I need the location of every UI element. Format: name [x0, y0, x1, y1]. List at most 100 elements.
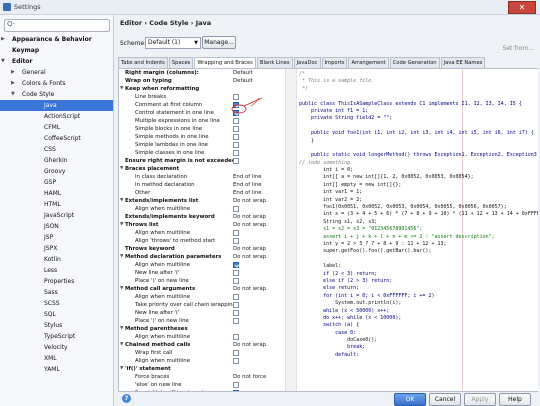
option-checkbox[interactable] — [233, 334, 239, 340]
option-checkbox[interactable] — [233, 262, 239, 268]
option-value[interactable]: Do not wrap — [233, 213, 266, 221]
option-checkbox[interactable] — [233, 150, 239, 156]
sidebar-item[interactable]: Velocity — [0, 342, 113, 353]
sidebar-item[interactable]: Java — [0, 100, 113, 111]
sidebar-item[interactable]: Stylus — [0, 320, 113, 331]
sidebar-item[interactable]: Groovy — [0, 166, 113, 177]
tab[interactable]: JavaDoc — [293, 57, 321, 68]
option-checkbox[interactable] — [233, 358, 239, 364]
expanded-arrow-icon[interactable]: ▼ — [120, 197, 123, 205]
option-value[interactable]: Default — [233, 69, 253, 77]
ok-button[interactable]: OK — [394, 393, 426, 406]
expanded-arrow-icon[interactable]: ▼ — [120, 253, 123, 261]
sidebar-item[interactable]: Properties — [0, 276, 113, 287]
sidebar-item[interactable]: Keymap — [0, 45, 113, 56]
option-value[interactable]: End of line — [233, 181, 262, 189]
sidebar-item[interactable]: YAML — [0, 364, 113, 375]
option-checkbox[interactable] — [233, 302, 239, 308]
scheme-select[interactable]: Default (1) ▼ — [145, 37, 201, 49]
sidebar-item[interactable]: ▼ Editor — [0, 56, 113, 67]
option-checkbox[interactable] — [233, 294, 239, 300]
sidebar-item[interactable]: CFML — [0, 122, 113, 133]
sidebar-item[interactable]: CSS — [0, 144, 113, 155]
close-button[interactable]: ✕ — [508, 1, 536, 14]
sidebar-item[interactable]: JSON — [0, 221, 113, 232]
sidebar-item[interactable]: SQL — [0, 309, 113, 320]
option-checkbox[interactable] — [233, 94, 239, 100]
sidebar-item[interactable]: GSP — [0, 177, 113, 188]
option-value[interactable]: Do not wrap — [233, 221, 266, 229]
expanded-arrow-icon[interactable]: ▼ — [120, 165, 123, 173]
option-checkbox[interactable] — [233, 110, 239, 116]
option-checkbox[interactable] — [233, 126, 239, 132]
collapsed-arrow-icon[interactable]: ▶ — [11, 78, 15, 89]
option-checkbox[interactable] — [233, 230, 239, 236]
code-preview[interactable]: /* * This is a sample file. */ public cla… — [285, 69, 538, 391]
option-value[interactable]: Do not wrap — [233, 285, 266, 293]
sidebar-item[interactable]: TypeScript — [0, 331, 113, 342]
collapsed-arrow-icon[interactable]: ▶ — [1, 34, 5, 45]
option-checkbox[interactable] — [233, 310, 239, 316]
sidebar-item[interactable]: HTML — [0, 199, 113, 210]
expanded-arrow-icon[interactable]: ▼ — [11, 89, 15, 100]
sidebar-item[interactable]: Sass — [0, 287, 113, 298]
expanded-arrow-icon[interactable]: ▼ — [120, 325, 123, 333]
expanded-arrow-icon[interactable]: ▼ — [120, 285, 123, 293]
option-value[interactable]: End of line — [233, 173, 262, 181]
option-value[interactable]: Do not wrap — [233, 341, 266, 349]
expanded-arrow-icon[interactable]: ▼ — [120, 85, 123, 93]
help-icon[interactable]: ? — [122, 394, 131, 403]
expanded-arrow-icon[interactable]: ▼ — [120, 221, 123, 229]
option-checkbox[interactable] — [233, 382, 239, 388]
option-value[interactable]: Do not force — [233, 373, 266, 381]
option-value[interactable]: Do not wrap — [233, 245, 266, 253]
sidebar-item[interactable]: JSPX — [0, 243, 113, 254]
option-checkbox[interactable] — [233, 238, 239, 244]
option-checkbox[interactable] — [233, 318, 239, 324]
option-checkbox[interactable] — [233, 270, 239, 276]
sidebar-item[interactable]: CoffeeScript — [0, 133, 113, 144]
sidebar-item[interactable]: ▶ Colors & Fonts — [0, 78, 113, 89]
sidebar-item[interactable]: XML — [0, 353, 113, 364]
sidebar-item[interactable]: Gherkin — [0, 155, 113, 166]
sidebar-item[interactable]: Less — [0, 265, 113, 276]
sidebar-item[interactable]: SCSS — [0, 298, 113, 309]
option-checkbox[interactable] — [233, 102, 239, 108]
sidebar-item[interactable]: ActionScript — [0, 111, 113, 122]
option-value[interactable]: Do not wrap — [233, 197, 266, 205]
option-checkbox[interactable] — [233, 158, 239, 164]
help-button[interactable]: Help — [499, 393, 531, 406]
tab[interactable]: Code Generation — [389, 57, 440, 68]
sidebar-item[interactable]: ▶ Appearance & Behavior — [0, 34, 113, 45]
tab[interactable]: Imports — [321, 57, 348, 68]
sidebar-item[interactable]: Kotlin — [0, 254, 113, 265]
tab[interactable]: Arrangement — [348, 57, 389, 68]
option-value[interactable]: Default — [233, 77, 253, 85]
manage-button[interactable]: Manage... — [202, 36, 236, 49]
cancel-button[interactable]: Cancel — [429, 393, 461, 406]
set-from-link[interactable]: Set from... — [503, 45, 534, 52]
tab[interactable]: Spaces — [168, 57, 194, 68]
sidebar-item[interactable]: JavaScript — [0, 210, 113, 221]
search-input[interactable]: Q- — [4, 19, 110, 32]
apply-button[interactable]: Apply — [464, 393, 496, 406]
expanded-arrow-icon[interactable]: ▼ — [1, 56, 5, 67]
tab[interactable]: Blank Lines — [256, 57, 293, 68]
option-checkbox[interactable] — [233, 134, 239, 140]
expanded-arrow-icon[interactable]: ▼ — [120, 341, 123, 349]
option-checkbox[interactable] — [233, 350, 239, 356]
option-checkbox[interactable] — [233, 278, 239, 284]
tab[interactable]: Tabs and Indents — [118, 57, 168, 68]
tab[interactable]: Java EE Names — [440, 57, 486, 68]
collapsed-arrow-icon[interactable]: ▶ — [11, 67, 15, 78]
option-value[interactable]: Do not wrap — [233, 253, 266, 261]
sidebar-item[interactable]: JSP — [0, 232, 113, 243]
sidebar-item[interactable]: ▼ Code Style — [0, 89, 113, 100]
option-checkbox[interactable] — [233, 118, 239, 124]
option-checkbox[interactable] — [233, 206, 239, 212]
expanded-arrow-icon[interactable]: ▼ — [120, 365, 123, 373]
option-value[interactable]: End of line — [233, 189, 262, 197]
option-checkbox[interactable] — [233, 142, 239, 148]
sidebar-item[interactable]: ▶ General — [0, 67, 113, 78]
sidebar-item[interactable]: HAML — [0, 188, 113, 199]
